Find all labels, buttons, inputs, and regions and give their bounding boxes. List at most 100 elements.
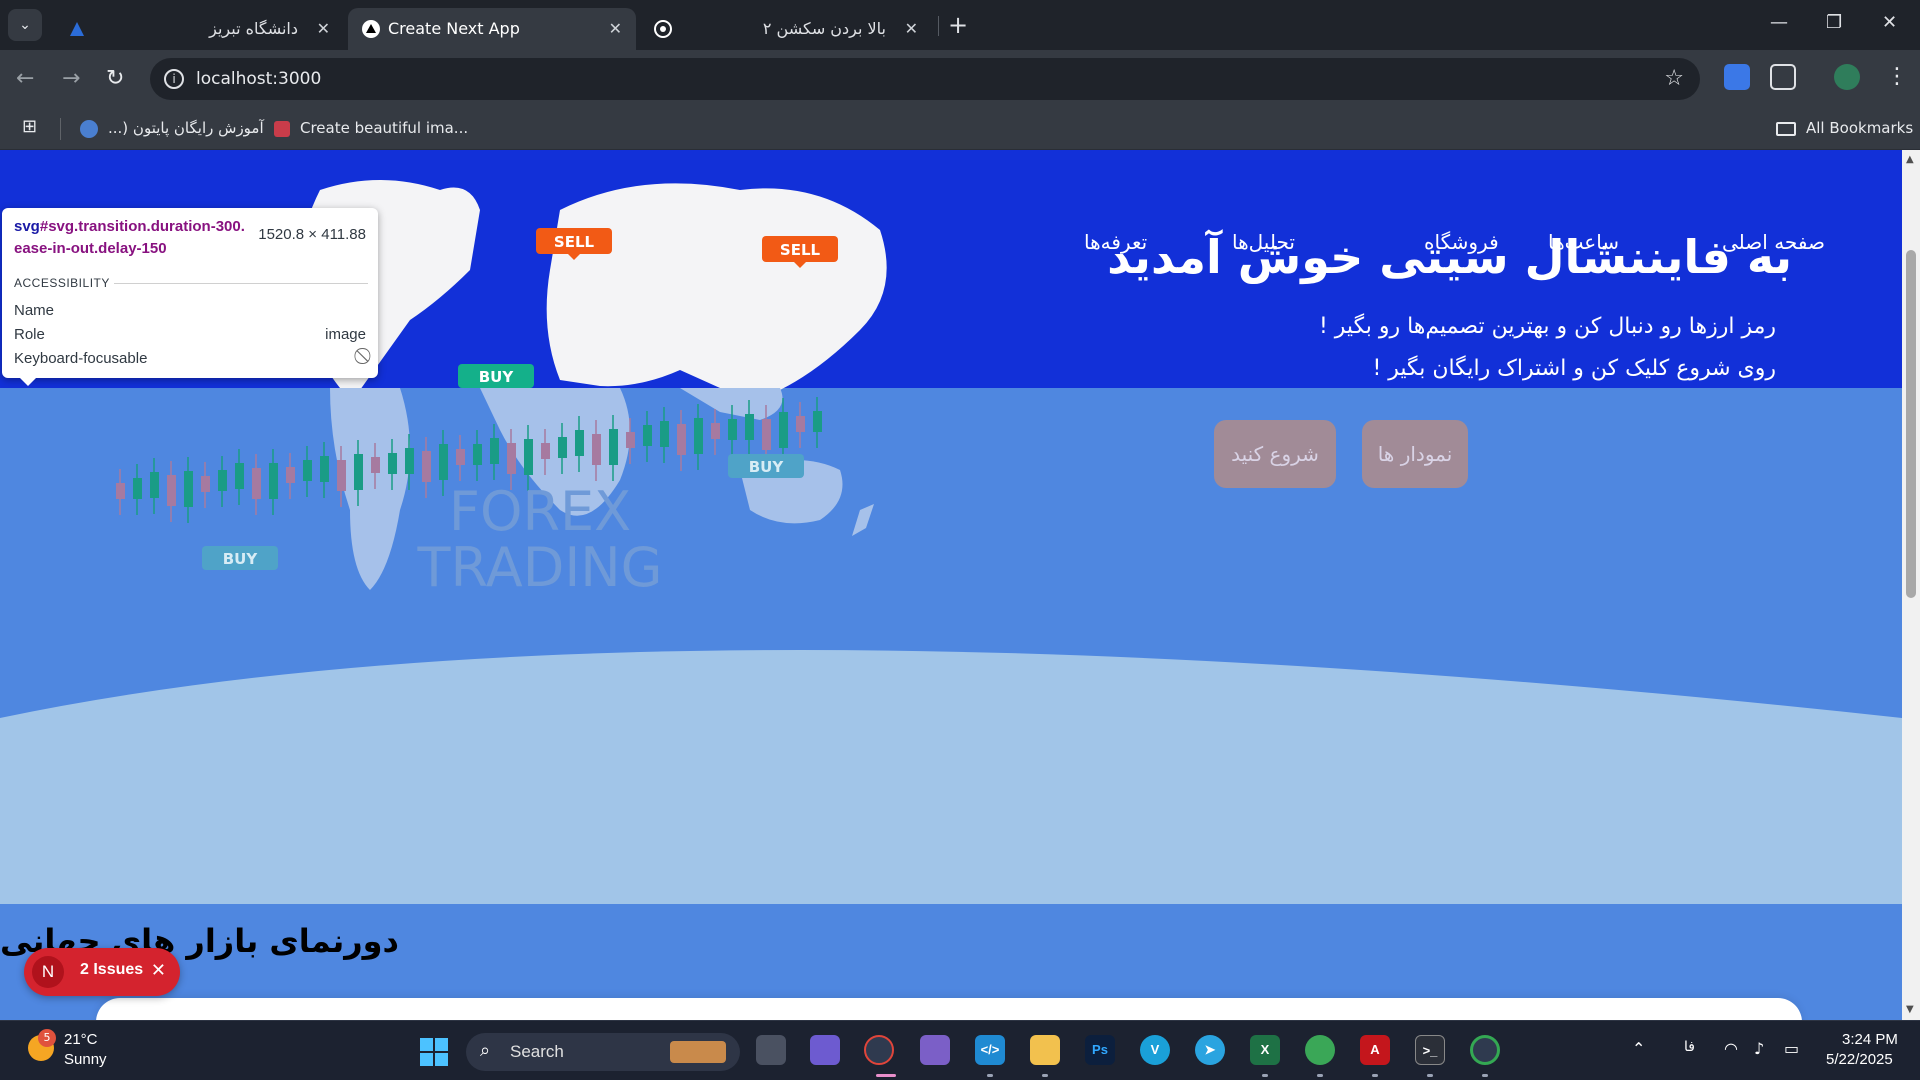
vscode-icon[interactable]: </>: [975, 1035, 1005, 1065]
candle-body: [728, 419, 737, 440]
bookmark-star-icon[interactable]: ☆: [1664, 66, 1684, 91]
acrobat-icon[interactable]: A: [1360, 1035, 1390, 1065]
google-translate-icon[interactable]: [1724, 64, 1750, 90]
candle-body: [235, 463, 244, 489]
visual-studio-icon[interactable]: [920, 1035, 950, 1065]
weather-condition[interactable]: Sunny: [64, 1051, 107, 1068]
language-indicator[interactable]: فا: [1684, 1039, 1695, 1055]
browser-toolbar: ← → ↻ i localhost:3000 ☆: [0, 50, 1920, 108]
edge-canary-icon[interactable]: [1305, 1035, 1335, 1065]
candle-body: [201, 476, 210, 492]
close-tab-icon[interactable]: ✕: [609, 19, 622, 38]
market-card: [96, 998, 1802, 1020]
candle-body: [388, 453, 397, 474]
charts-button[interactable]: نمودار ها: [1362, 420, 1468, 488]
candle-body: [371, 457, 380, 473]
profile-avatar-icon[interactable]: [1834, 64, 1860, 90]
photoshop-icon[interactable]: Ps: [1085, 1035, 1115, 1065]
task-view-icon[interactable]: [756, 1035, 786, 1065]
chrome-icon[interactable]: [1470, 1035, 1500, 1065]
all-bookmarks[interactable]: All Bookmarks: [1806, 119, 1913, 137]
excel-icon[interactable]: X: [1250, 1035, 1280, 1065]
address-bar[interactable]: i localhost:3000 ☆: [150, 58, 1700, 100]
svg-text:SELL: SELL: [554, 233, 595, 251]
bookmark-divider: [60, 118, 61, 140]
close-icon[interactable]: ✕: [151, 960, 166, 981]
tab-create-next-app[interactable]: Create Next App ✕: [348, 8, 636, 50]
candle-body: [575, 430, 584, 456]
extensions-icon[interactable]: [1770, 64, 1796, 90]
candle-body: [354, 454, 363, 490]
tray-overflow-icon[interactable]: ⌃: [1632, 1039, 1645, 1058]
close-tab-icon[interactable]: ✕: [905, 19, 918, 38]
candle-body: [558, 437, 567, 458]
bookmark-create-images[interactable]: Create beautiful ima...: [300, 119, 468, 137]
app-indicator: [1482, 1074, 1488, 1077]
wifi-icon[interactable]: ◠: [1724, 1039, 1738, 1058]
start-button[interactable]: شروع کنید: [1214, 420, 1336, 488]
tab-search-button[interactable]: ⌄: [8, 9, 42, 41]
app-indicator: [1317, 1074, 1323, 1077]
tab-strip: ⌄ دانشگاه تبریز ✕ Create Next App ✕ بالا…: [0, 0, 1920, 50]
restore-icon[interactable]: ❐: [1826, 12, 1842, 33]
tab-title: بالا بردن سکشن ۲: [762, 19, 886, 38]
tab-university[interactable]: دانشگاه تبریز ✕: [54, 8, 344, 50]
terminal-icon[interactable]: >_: [1415, 1035, 1445, 1065]
buy-label-2: BUY: [728, 454, 804, 478]
vpn-app-icon[interactable]: V: [1140, 1035, 1170, 1065]
chrome-icon[interactable]: [864, 1035, 894, 1065]
battery-icon[interactable]: ▭: [1784, 1039, 1799, 1058]
candle-body: [541, 443, 550, 459]
tab-chatgpt[interactable]: بالا بردن سکشن ۲ ✕: [640, 8, 932, 50]
new-tab-icon[interactable]: +: [948, 11, 968, 39]
scroll-down-arrow-icon[interactable]: ▼: [1906, 1004, 1914, 1015]
buy-label-3: BUY: [202, 546, 278, 570]
windows-start-icon[interactable]: [420, 1038, 448, 1066]
site-info-icon[interactable]: i: [164, 69, 184, 89]
url-text[interactable]: localhost:3000: [196, 69, 321, 89]
file-explorer-icon[interactable]: [1030, 1035, 1060, 1065]
tooltip-key-focusable: Keyboard-focusable: [14, 350, 148, 367]
app-indicator: [1372, 1074, 1378, 1077]
candle-body: [133, 478, 142, 499]
candle-body: [762, 419, 771, 450]
nextjs-issues-badge[interactable]: N 2 Issues ✕: [24, 948, 180, 996]
volume-icon[interactable]: ♪: [1754, 1039, 1764, 1058]
forward-icon[interactable]: →: [62, 66, 80, 91]
buy-label-1: BUY: [458, 364, 534, 388]
search-placeholder: Search: [510, 1042, 564, 1061]
python-course-icon: [80, 120, 98, 138]
page-scrollbar[interactable]: ▲ ▼: [1902, 150, 1920, 1020]
temperature[interactable]: 21°C: [64, 1031, 98, 1048]
minimize-icon[interactable]: —: [1770, 12, 1788, 33]
close-window-icon[interactable]: ✕: [1882, 12, 1897, 33]
tooltip-key-name: Name: [14, 302, 55, 319]
copilot-icon[interactable]: [810, 1035, 840, 1065]
candle-body: [456, 449, 465, 465]
chevron-down-icon: ⌄: [19, 17, 31, 33]
scroll-thumb[interactable]: [1906, 250, 1916, 598]
candle-body: [473, 444, 482, 465]
candle-body: [796, 416, 805, 432]
menu-kebab-icon[interactable]: ⋮: [1886, 64, 1908, 89]
candle-body: [286, 467, 295, 483]
issues-count[interactable]: 2 Issues: [80, 961, 143, 979]
clock-date[interactable]: 5/22/2025: [1826, 1051, 1893, 1068]
candle-body: [745, 414, 754, 440]
hero-title: به فایننشال سیتی خوش آمدید: [1107, 230, 1792, 284]
reload-icon[interactable]: ↻: [106, 66, 124, 91]
scroll-up-arrow-icon[interactable]: ▲: [1906, 154, 1914, 165]
tab-title: Create Next App: [388, 19, 520, 38]
taskbar-search[interactable]: ⌕ Search: [466, 1033, 740, 1071]
apps-grid-icon[interactable]: ⊞: [22, 116, 37, 137]
close-tab-icon[interactable]: ✕: [317, 19, 330, 38]
candle-body: [626, 432, 635, 448]
bookmark-python-course[interactable]: آموزش رایگان پایتون (...: [108, 119, 264, 137]
back-icon[interactable]: ←: [16, 66, 34, 91]
candle-body: [320, 456, 329, 482]
telegram-icon[interactable]: ➤: [1195, 1035, 1225, 1065]
university-logo-icon: [70, 22, 84, 36]
folder-icon: [1776, 122, 1796, 136]
svg-text:BUY: BUY: [223, 550, 259, 568]
clock-time[interactable]: 3:24 PM: [1842, 1031, 1898, 1048]
